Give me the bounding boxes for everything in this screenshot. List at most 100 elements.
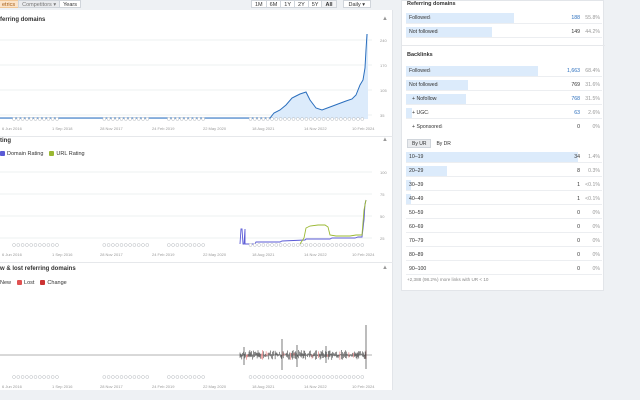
event-marker[interactable]: [347, 117, 352, 121]
event-marker[interactable]: [253, 117, 257, 121]
event-marker[interactable]: [50, 375, 55, 379]
event-marker[interactable]: [257, 243, 261, 247]
range-all[interactable]: All: [321, 0, 337, 8]
row-value[interactable]: 1,663: [567, 66, 580, 76]
event-marker[interactable]: [300, 243, 304, 247]
event-marker[interactable]: [257, 375, 261, 379]
table-row[interactable]: + Nofollowi 768 31.5%: [406, 94, 602, 105]
table-row[interactable]: 20–29 8 0.3%: [406, 166, 602, 177]
event-marker[interactable]: [248, 117, 253, 121]
event-marker[interactable]: [287, 117, 291, 121]
event-marker[interactable]: [321, 117, 326, 121]
event-marker[interactable]: [106, 243, 111, 247]
event-marker[interactable]: [167, 375, 171, 379]
event-marker[interactable]: [132, 243, 137, 247]
event-marker[interactable]: [308, 243, 313, 247]
table-row[interactable]: Followedi 1,663 68.4%: [406, 66, 602, 77]
table-row[interactable]: + UGCi 63 2.6%: [406, 108, 602, 119]
event-marker[interactable]: [132, 117, 137, 121]
event-marker[interactable]: [136, 117, 141, 121]
event-marker[interactable]: [313, 117, 317, 121]
event-marker[interactable]: [50, 243, 55, 247]
event-marker[interactable]: [317, 243, 322, 247]
event-marker[interactable]: [55, 375, 59, 379]
table-row[interactable]: Not followedi 149 44.2%: [406, 27, 602, 38]
event-marker[interactable]: [124, 117, 128, 121]
event-marker[interactable]: [300, 117, 304, 121]
row-value[interactable]: 769: [571, 80, 580, 90]
event-marker[interactable]: [360, 243, 365, 247]
event-marker[interactable]: [179, 243, 184, 247]
event-marker[interactable]: [167, 117, 171, 121]
event-marker[interactable]: [261, 375, 266, 379]
event-marker[interactable]: [192, 117, 197, 121]
event-marker[interactable]: [119, 243, 124, 247]
event-marker[interactable]: [339, 375, 343, 379]
event-marker[interactable]: [197, 243, 201, 247]
event-marker[interactable]: [128, 243, 132, 247]
table-row[interactable]: 50–59 0 0%: [406, 208, 602, 219]
event-marker[interactable]: [132, 375, 137, 379]
event-marker[interactable]: [248, 375, 253, 379]
event-marker[interactable]: [175, 117, 180, 121]
event-marker[interactable]: [33, 375, 38, 379]
event-marker[interactable]: [20, 243, 25, 247]
event-marker[interactable]: [278, 117, 283, 121]
event-marker[interactable]: [111, 243, 115, 247]
event-marker[interactable]: [111, 375, 115, 379]
range-1m[interactable]: 1M: [251, 0, 267, 8]
event-marker[interactable]: [278, 375, 283, 379]
event-marker[interactable]: [179, 375, 184, 379]
event-marker[interactable]: [38, 117, 42, 121]
event-marker[interactable]: [274, 375, 279, 379]
event-marker[interactable]: [287, 375, 291, 379]
event-marker[interactable]: [175, 375, 180, 379]
event-marker[interactable]: [265, 243, 270, 247]
event-marker[interactable]: [46, 117, 51, 121]
event-marker[interactable]: [188, 375, 193, 379]
event-marker[interactable]: [291, 243, 296, 247]
event-marker[interactable]: [188, 243, 193, 247]
event-marker[interactable]: [12, 117, 16, 121]
event-marker[interactable]: [106, 117, 111, 121]
event-marker[interactable]: [115, 117, 119, 121]
table-row[interactable]: 70–79 0 0%: [406, 236, 602, 247]
event-marker[interactable]: [248, 243, 253, 247]
event-marker[interactable]: [141, 243, 145, 247]
event-marker[interactable]: [304, 117, 309, 121]
event-marker[interactable]: [124, 375, 128, 379]
table-row[interactable]: 90–100 0 0%: [406, 264, 602, 275]
years-tab[interactable]: Years: [59, 0, 81, 8]
event-marker[interactable]: [29, 117, 33, 121]
event-marker[interactable]: [55, 117, 59, 121]
event-marker[interactable]: [141, 375, 145, 379]
event-marker[interactable]: [46, 243, 51, 247]
event-marker[interactable]: [29, 375, 33, 379]
collapse-icon[interactable]: ▲: [382, 137, 388, 143]
event-marker[interactable]: [136, 375, 141, 379]
collapse-icon[interactable]: ▲: [382, 16, 388, 22]
event-marker[interactable]: [201, 243, 205, 247]
event-marker[interactable]: [119, 117, 124, 121]
event-marker[interactable]: [20, 375, 25, 379]
metrics-tab[interactable]: etrics: [0, 0, 20, 8]
event-marker[interactable]: [308, 117, 313, 121]
event-marker[interactable]: [12, 375, 16, 379]
event-marker[interactable]: [136, 243, 141, 247]
event-marker[interactable]: [33, 117, 38, 121]
event-marker[interactable]: [124, 243, 128, 247]
event-marker[interactable]: [261, 117, 266, 121]
event-marker[interactable]: [356, 117, 360, 121]
event-marker[interactable]: [179, 117, 184, 121]
table-row[interactable]: Followedi 188 55.8%: [406, 13, 602, 24]
event-marker[interactable]: [296, 375, 300, 379]
granularity-dropdown[interactable]: Daily ▾: [342, 0, 372, 8]
event-marker[interactable]: [102, 375, 107, 379]
event-marker[interactable]: [188, 117, 193, 121]
event-marker[interactable]: [313, 375, 317, 379]
event-marker[interactable]: [308, 375, 313, 379]
event-marker[interactable]: [300, 375, 304, 379]
event-marker[interactable]: [33, 243, 38, 247]
event-marker[interactable]: [50, 117, 55, 121]
event-marker[interactable]: [330, 117, 334, 121]
